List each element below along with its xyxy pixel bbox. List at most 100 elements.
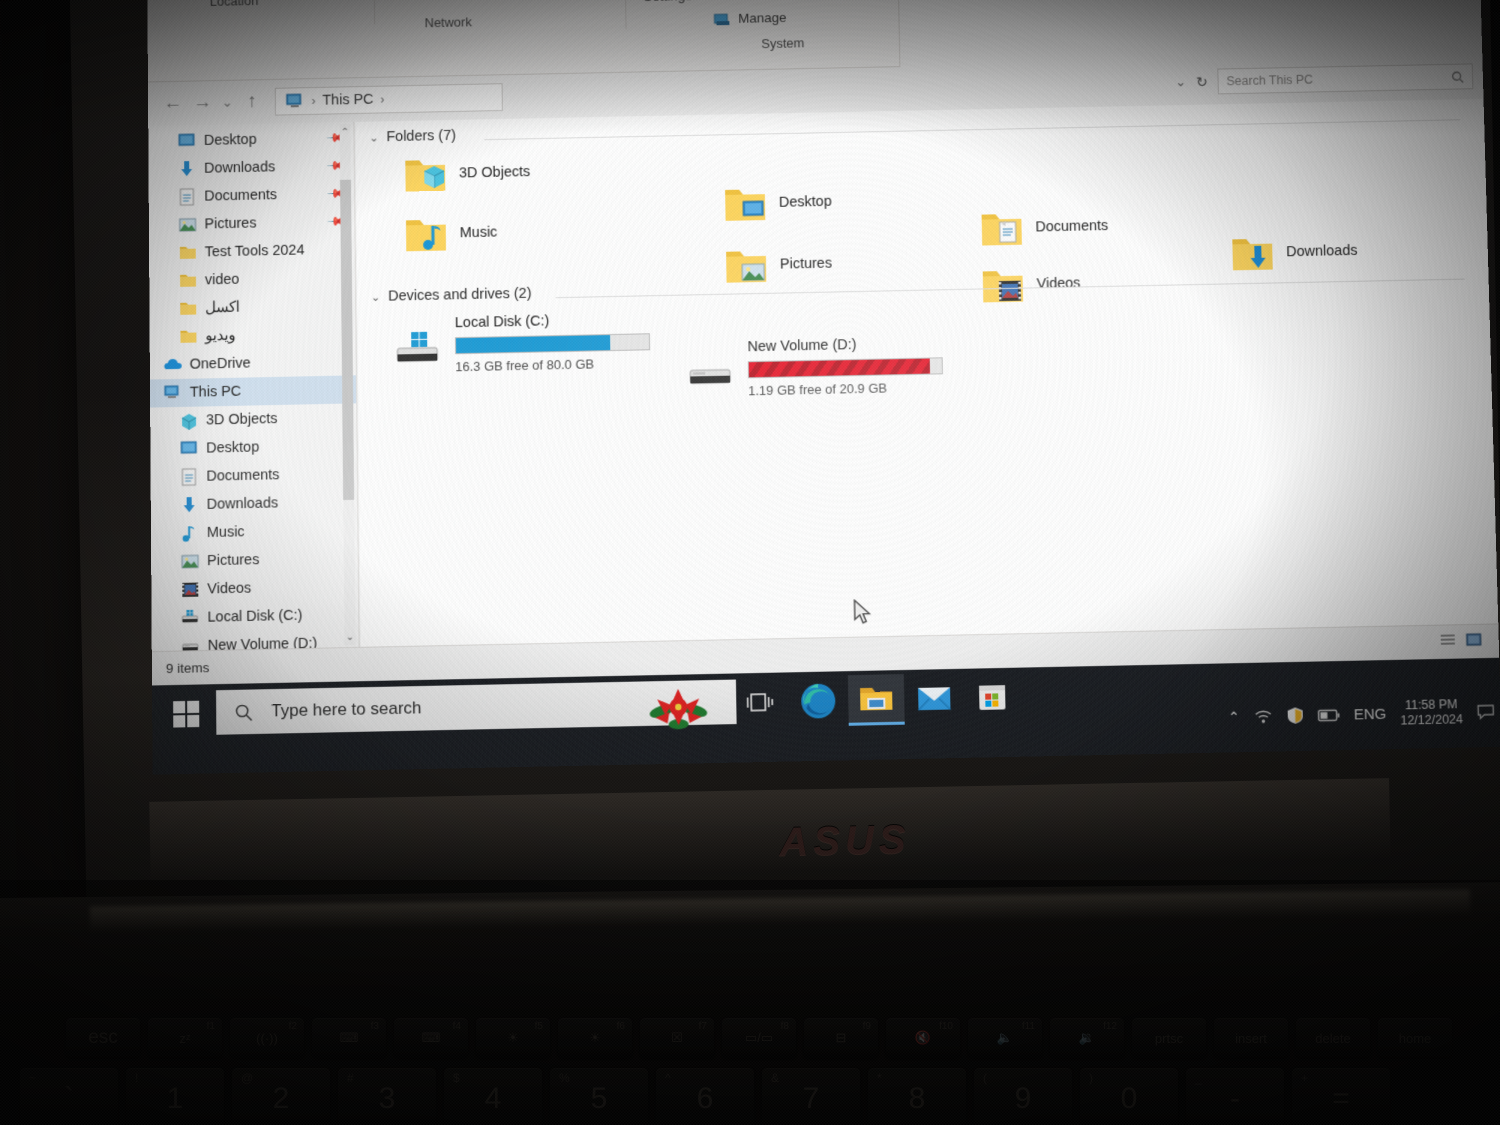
key-f8[interactable]: ▭/▭ f8 [722, 1018, 796, 1058]
key-fn[interactable]: insert [1214, 1018, 1288, 1058]
key-0[interactable]: 0) [1080, 1068, 1178, 1125]
sidebar-item-pictures[interactable]: Pictures 📌 [149, 208, 355, 240]
folders-group-header[interactable]: ⌄ Folders (7) [369, 128, 456, 146]
poinsettia-flower-icon[interactable] [648, 686, 709, 730]
folder-tile-music[interactable]: Music [402, 211, 498, 257]
key-f10[interactable]: 🔇 f10 [886, 1018, 960, 1058]
sidebar-item-local-disk-c[interactable]: Local Disk (C:) [151, 600, 358, 633]
sidebar-item-desktop[interactable]: Desktop 📌 [148, 124, 353, 156]
security-shield-icon[interactable] [1286, 706, 1303, 725]
drives-group-header[interactable]: ⌄ Devices and drives (2) [371, 286, 532, 305]
folder-tile-downloads[interactable]: Downloads [1228, 229, 1358, 276]
key-f2[interactable]: ((·)) f2 [230, 1018, 304, 1058]
key-=[interactable]: = + [1292, 1068, 1390, 1125]
sidebar-item-this-pc[interactable]: This PC [149, 375, 357, 408]
sidebar-item-desktop[interactable]: Desktop [150, 431, 356, 463]
battery-icon[interactable] [1317, 708, 1340, 722]
key-f12[interactable]: 🔉 f12 [1050, 1018, 1124, 1058]
key-label: 2 [272, 1082, 290, 1115]
folder-tile-documents[interactable]: Documents [977, 204, 1108, 251]
taskbar-app-task-view[interactable] [732, 676, 789, 728]
breadcrumb-item-this-pc[interactable]: This PC [322, 92, 373, 109]
sidebar-item-downloads[interactable]: Downloads [151, 488, 358, 520]
key-f11[interactable]: 🔈 f11 [968, 1018, 1042, 1058]
keyboard-function-row: esc zᶻ f1 ((·)) f2 ⌨ f3 ⌨ f4 ☀ f5 ☀ f6 ☒ f7 ▭/▭ f8 ⊟ f9 🔇 f1… [66, 1018, 1500, 1058]
scroll-up-arrow[interactable]: ⌃ [340, 124, 351, 140]
wifi-icon[interactable] [1254, 708, 1273, 724]
key-f1[interactable]: zᶻ f1 [148, 1018, 222, 1058]
sidebar-item-test-tools-2024[interactable]: Test Tools 2024 [149, 235, 355, 267]
sidebar-item-videos[interactable]: Videos [151, 572, 358, 604]
clock[interactable]: 11:58 PM 12/12/2024 [1400, 697, 1463, 729]
key-f3[interactable]: ⌨ f3 [312, 1018, 386, 1058]
key-5[interactable]: 5% [550, 1068, 648, 1125]
key-f7[interactable]: ☒ f7 [640, 1018, 714, 1058]
sidebar-item-[interactable]: اكسل [149, 291, 355, 323]
tray-expand-button[interactable]: ⌃ [1228, 708, 1240, 725]
folder-tile-3d-objects[interactable]: 3D Objects [401, 150, 530, 196]
search-input[interactable]: Search This PC [1217, 63, 1474, 95]
start-button[interactable] [160, 692, 212, 736]
key-6[interactable]: 6 ^ [656, 1068, 754, 1125]
key--[interactable]: - _ [1186, 1068, 1284, 1125]
ribbon-open-settings-button[interactable]: Open Settings [633, 0, 701, 5]
key-7[interactable]: 7 & [762, 1068, 860, 1125]
large-icons-view-icon[interactable] [1465, 632, 1483, 649]
key-fn[interactable]: prtsc [1132, 1018, 1206, 1058]
key-1[interactable]: 1! [126, 1068, 224, 1125]
search-area: ⌄ ↻ Search This PC [1175, 63, 1474, 95]
taskbar-app-file-explorer[interactable] [847, 674, 905, 726]
key-fn[interactable]: delete [1296, 1018, 1370, 1058]
key-glyph: ▭/▭ [744, 1030, 774, 1045]
ribbon-manage-command[interactable]: Manage [713, 8, 787, 28]
laptop-screen: Properties Open [147, 0, 1500, 775]
key-3[interactable]: 3 # [338, 1068, 436, 1125]
sidebar-item-pictures[interactable]: Pictures [151, 544, 358, 576]
folder-desktop-icon [725, 189, 766, 221]
key-f9[interactable]: ⊟ f9 [804, 1018, 878, 1058]
notifications-icon[interactable] [1476, 703, 1495, 720]
sidebar-item-video[interactable]: video [149, 263, 355, 295]
details-view-icon[interactable] [1439, 632, 1457, 649]
recent-locations-button[interactable]: ⌄ [217, 88, 237, 118]
sidebar-item-music[interactable]: Music [151, 516, 358, 548]
folder-tile-desktop[interactable]: Desktop [721, 180, 832, 226]
sidebar-item-documents[interactable]: Documents [151, 460, 358, 492]
key-f4[interactable]: ⌨ f4 [394, 1018, 468, 1058]
taskbar-app-mail[interactable] [906, 673, 963, 725]
folder-tile-pictures[interactable]: Pictures [722, 242, 832, 288]
forward-button[interactable]: → [188, 88, 218, 118]
sidebar-item-3d-objects[interactable]: 3D Objects [150, 403, 356, 435]
key-9[interactable]: 9( [974, 1068, 1072, 1125]
taskbar-app-edge[interactable] [790, 675, 847, 727]
sidebar-item-downloads[interactable]: Downloads 📌 [148, 152, 354, 184]
back-button[interactable]: ← [158, 89, 188, 119]
drive-usage-fill-c [455, 335, 611, 354]
sidebar-item-label: Downloads [206, 495, 279, 513]
refresh-button[interactable]: ↻ [1196, 73, 1208, 90]
drive-tile-local-disk-c[interactable]: Local Disk (C:) 16.3 GB free of 80.0 GB [393, 311, 672, 383]
taskbar-app-microsoft-store[interactable] [964, 672, 1021, 724]
sidebar-item-onedrive[interactable]: OneDrive [150, 347, 356, 379]
folder-tile-videos[interactable]: Videos [979, 261, 1081, 307]
navigation-pane[interactable]: Desktop 📌 Downloads 📌 Documents 📌 Pictures 📌 Tes… [148, 121, 360, 652]
key-4[interactable]: 4 $ [444, 1068, 542, 1125]
key-8[interactable]: 8 * [868, 1068, 966, 1125]
key-`[interactable]: ` ~ [20, 1068, 118, 1125]
key-fn-label: f3 [370, 1021, 379, 1032]
address-dropdown-button[interactable]: ⌄ [1175, 74, 1186, 90]
ribbon-system-properties-command[interactable]: System properties [713, 0, 846, 2]
sidebar-item-documents[interactable]: Documents 📌 [149, 180, 355, 212]
sidebar-item-[interactable]: ويديو [150, 319, 356, 351]
key-2[interactable]: 2 @ [232, 1068, 330, 1125]
breadcrumb[interactable]: › This PC › [274, 83, 503, 116]
drive-tile-new-volume-d[interactable]: New Volume (D:) 1.19 GB free of 20.9 GB [686, 335, 966, 407]
breadcrumb-separator-1[interactable]: › [380, 93, 384, 107]
key-fn[interactable]: home [1378, 1018, 1452, 1058]
up-button[interactable]: ↑ [237, 87, 267, 117]
key-f5[interactable]: ☀ f5 [476, 1018, 550, 1058]
language-indicator[interactable]: ENG [1353, 705, 1386, 723]
key-f6[interactable]: ☀ f6 [558, 1018, 632, 1058]
scroll-down-arrow[interactable]: ⌄ [344, 629, 355, 645]
key-esc[interactable]: esc [66, 1018, 140, 1058]
